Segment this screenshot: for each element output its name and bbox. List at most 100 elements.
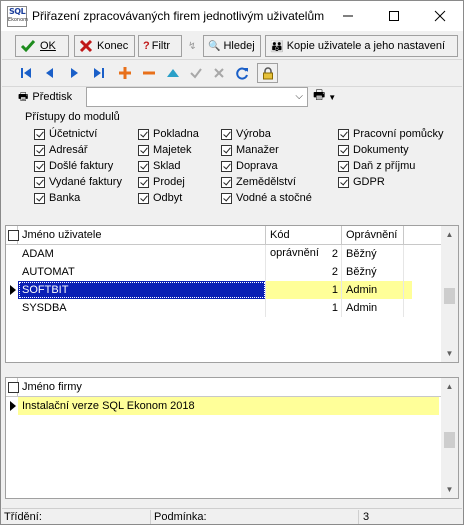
table-row[interactable]: AUTOMAT 2 Běžný bbox=[6, 263, 442, 281]
module-checkbox[interactable]: Dokumenty bbox=[338, 143, 409, 157]
cell-opravneni[interactable]: Běžný bbox=[342, 263, 404, 281]
first-record-button[interactable] bbox=[15, 63, 36, 83]
column-header-jmeno-firmy[interactable]: Jméno firmy bbox=[18, 378, 439, 396]
module-checkbox[interactable]: Vydané faktury bbox=[34, 175, 122, 189]
cell-kod-opravneni[interactable]: 2 bbox=[266, 263, 342, 281]
cell-jmeno-firmy[interactable]: Instalační verze SQL Ekonom 2018 bbox=[18, 397, 439, 415]
cell-kod-opravneni[interactable]: 1 bbox=[266, 299, 342, 317]
firms-scroll-up-icon[interactable]: ▲ bbox=[441, 378, 458, 395]
checkbox-checked-icon[interactable] bbox=[338, 160, 349, 172]
column-header-kod-opravneni[interactable]: Kód oprávnění bbox=[266, 226, 342, 259]
checkbox-checked-icon[interactable] bbox=[138, 192, 149, 204]
chevron-down-icon: ⌵ bbox=[295, 91, 303, 102]
checkbox-checked-icon[interactable] bbox=[338, 128, 349, 140]
checkmark-icon bbox=[20, 40, 36, 53]
checkbox-checked-icon[interactable] bbox=[138, 144, 149, 156]
users-grid-scrollbar[interactable]: ▲ ▼ bbox=[441, 226, 458, 362]
scroll-thumb[interactable] bbox=[444, 288, 455, 304]
checkbox-checked-icon[interactable] bbox=[138, 160, 149, 172]
lock-button[interactable] bbox=[257, 63, 278, 83]
table-row[interactable]: ADAM 2 Běžný bbox=[6, 245, 442, 263]
module-checkbox[interactable]: Daň z příjmu bbox=[338, 159, 415, 173]
module-checkbox[interactable]: Doprava bbox=[221, 159, 278, 173]
predtisk-label: Předtisk bbox=[32, 91, 73, 103]
checkbox-checked-icon[interactable] bbox=[221, 128, 232, 140]
konec-button[interactable]: Konec bbox=[74, 35, 135, 57]
print-dropdown-icon[interactable]: ▼ bbox=[328, 93, 336, 102]
cell-jmeno-uzivatele[interactable]: SOFTBIT bbox=[18, 281, 266, 299]
insert-record-button[interactable] bbox=[114, 63, 135, 83]
filtr-button[interactable]: ? Filtr bbox=[138, 35, 182, 57]
list-item[interactable]: Instalační verze SQL Ekonom 2018 bbox=[6, 397, 442, 415]
ok-button[interactable]: OK bbox=[15, 35, 69, 57]
module-checkbox[interactable]: Sklad bbox=[138, 159, 181, 173]
checkbox-checked-icon[interactable] bbox=[221, 144, 232, 156]
firms-scroll-down-icon[interactable]: ▼ bbox=[441, 481, 458, 498]
maximize-button[interactable] bbox=[371, 1, 417, 31]
module-checkbox[interactable]: Prodej bbox=[138, 175, 185, 189]
hledej-button[interactable]: 🔍 Hledej bbox=[203, 35, 261, 57]
minimize-button[interactable] bbox=[325, 1, 371, 31]
hledej-button-label: Hledej bbox=[223, 40, 255, 52]
module-checkbox[interactable]: Došlé faktury bbox=[34, 159, 113, 173]
cell-kod-opravneni[interactable]: 2 bbox=[266, 245, 342, 263]
cell-opravneni[interactable]: Admin bbox=[342, 299, 404, 317]
refresh-button[interactable] bbox=[232, 63, 253, 83]
last-record-button[interactable] bbox=[88, 63, 109, 83]
module-checkbox[interactable]: Pokladna bbox=[138, 127, 199, 141]
kopie-uzivatele-button[interactable]: 👪 Kopie uživatele a jeho nastavení bbox=[265, 35, 458, 57]
scroll-up-icon[interactable]: ▲ bbox=[441, 226, 458, 243]
app-logo-icon: SQL Ekonom bbox=[7, 6, 28, 27]
checkbox-checked-icon[interactable] bbox=[34, 144, 45, 156]
checkbox-checked-icon[interactable] bbox=[221, 160, 232, 172]
module-checkbox[interactable]: Odbyt bbox=[138, 191, 182, 205]
users-grid-header: Jméno uživatele Kód oprávnění Oprávnění bbox=[6, 226, 442, 259]
firms-grid[interactable]: Jméno firmy Instalační verze SQL Ekonom … bbox=[5, 377, 459, 499]
checkbox-checked-icon[interactable] bbox=[34, 176, 45, 188]
print-button[interactable]: 🖶 ▼ bbox=[313, 87, 336, 107]
firms-grid-scrollbar[interactable]: ▲ ▼ bbox=[441, 378, 458, 498]
cell-opravneni[interactable]: Běžný bbox=[342, 245, 404, 263]
firms-header-checkbox[interactable] bbox=[6, 378, 19, 396]
checkbox-checked-icon[interactable] bbox=[338, 176, 349, 188]
checkbox-checked-icon[interactable] bbox=[138, 176, 149, 188]
edit-record-button[interactable] bbox=[162, 63, 183, 83]
module-checkbox[interactable]: Výroba bbox=[221, 127, 271, 141]
predtisk-combo[interactable]: ⌵ bbox=[86, 87, 308, 107]
checkbox-checked-icon[interactable] bbox=[34, 192, 45, 204]
checkbox-checked-icon[interactable] bbox=[221, 192, 232, 204]
close-button[interactable] bbox=[417, 1, 463, 31]
module-checkbox[interactable]: Zemědělství bbox=[221, 175, 296, 189]
column-header-opravneni[interactable]: Oprávnění bbox=[342, 226, 404, 244]
cell-jmeno-uzivatele[interactable]: SYSDBA bbox=[18, 299, 266, 317]
cell-jmeno-uzivatele[interactable]: ADAM bbox=[18, 245, 266, 263]
checkbox-checked-icon[interactable] bbox=[338, 144, 349, 156]
users-grid[interactable]: Jméno uživatele Kód oprávnění Oprávnění … bbox=[5, 225, 459, 363]
predtisk-button[interactable]: 🖶 Předtisk bbox=[18, 87, 72, 107]
clear-filter-button[interactable]: ↯ bbox=[184, 35, 202, 57]
firms-scroll-thumb[interactable] bbox=[444, 432, 455, 448]
checkbox-checked-icon[interactable] bbox=[138, 128, 149, 140]
checkbox-checked-icon[interactable] bbox=[34, 128, 45, 140]
module-checkbox[interactable]: Účetnictví bbox=[34, 127, 97, 141]
module-checkbox[interactable]: Majetek bbox=[138, 143, 192, 157]
header-checkbox[interactable] bbox=[6, 226, 19, 244]
prior-record-button[interactable] bbox=[39, 63, 60, 83]
module-checkbox[interactable]: Manažer bbox=[221, 143, 279, 157]
cell-opravneni[interactable]: Admin bbox=[342, 281, 404, 299]
module-checkbox[interactable]: Pracovní pomůcky bbox=[338, 127, 443, 141]
cell-jmeno-uzivatele[interactable]: AUTOMAT bbox=[18, 263, 266, 281]
module-checkbox[interactable]: Vodné a stočné bbox=[221, 191, 312, 205]
table-row[interactable]: SOFTBIT 1 Admin bbox=[6, 281, 442, 299]
scroll-down-icon[interactable]: ▼ bbox=[441, 345, 458, 362]
module-checkbox[interactable]: Banka bbox=[34, 191, 80, 205]
next-record-button[interactable] bbox=[63, 63, 84, 83]
cell-kod-opravneni[interactable]: 1 bbox=[266, 281, 342, 299]
checkbox-checked-icon[interactable] bbox=[221, 176, 232, 188]
delete-record-button[interactable] bbox=[138, 63, 159, 83]
checkbox-checked-icon[interactable] bbox=[34, 160, 45, 172]
column-header-jmeno-uzivatele[interactable]: Jméno uživatele bbox=[18, 226, 266, 244]
module-checkbox[interactable]: Adresář bbox=[34, 143, 88, 157]
module-checkbox[interactable]: GDPR bbox=[338, 175, 385, 189]
table-row[interactable]: SYSDBA 1 Admin bbox=[6, 299, 442, 317]
